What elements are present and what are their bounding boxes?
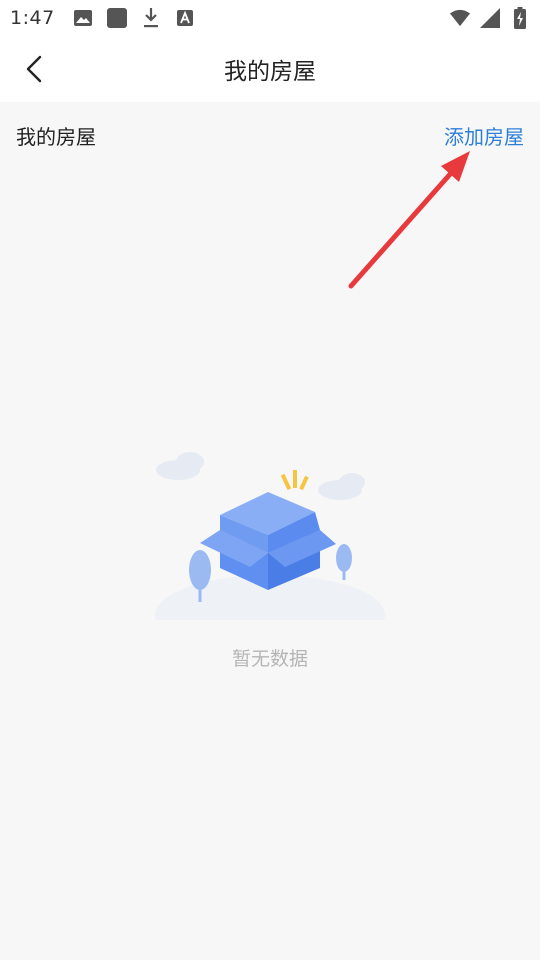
chevron-left-icon	[26, 55, 42, 83]
battery-charging-icon	[510, 7, 530, 29]
wifi-icon	[450, 8, 470, 28]
section-title: 我的房屋	[16, 124, 96, 149]
download-icon	[141, 8, 161, 28]
back-button[interactable]	[14, 49, 54, 89]
status-icons-left	[73, 8, 195, 28]
screen: 1:47 我的房屋 我的房屋 添加房屋 暂无数据	[0, 0, 540, 960]
status-time: 1:47	[10, 7, 55, 29]
nav-bar: 我的房屋	[0, 36, 540, 102]
empty-state-text: 暂无数据	[231, 648, 308, 670]
section-header: 我的房屋 添加房屋	[0, 102, 540, 168]
add-house-link[interactable]: 添加房屋	[444, 121, 524, 150]
open-box-icon	[155, 452, 385, 620]
signal-icon	[480, 8, 500, 28]
status-icons-right	[450, 7, 530, 29]
font-a-icon	[175, 8, 195, 28]
status-bar: 1:47	[0, 0, 540, 36]
page-title: 我的房屋	[224, 59, 316, 85]
image-icon	[73, 8, 93, 28]
square-app-icon	[106, 8, 127, 28]
